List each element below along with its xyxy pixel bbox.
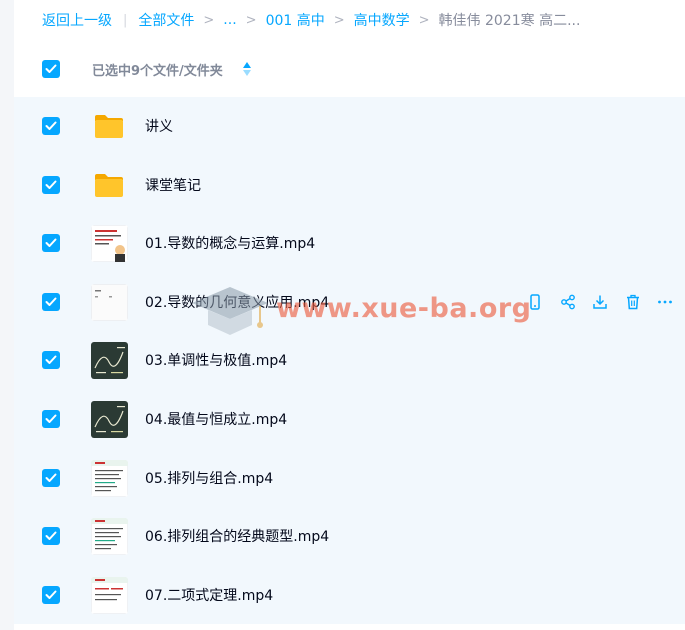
- back-link[interactable]: 返回上一级: [42, 10, 112, 30]
- file-name[interactable]: 01.导数的概念与运算.mp4: [145, 233, 315, 253]
- list-header: 已选中9个文件/文件夹: [14, 42, 685, 97]
- row-checkbox[interactable]: [42, 468, 60, 487]
- file-name[interactable]: 07.二项式定理.mp4: [145, 585, 273, 605]
- breadcrumb-separator-icon: >: [333, 12, 345, 28]
- video-thumbnail[interactable]: [91, 576, 128, 614]
- checkmark-icon: [45, 238, 57, 248]
- file-row[interactable]: 06.排列组合的经典题型.mp4: [14, 507, 685, 566]
- folder-row[interactable]: 讲义: [14, 97, 685, 156]
- checkmark-icon: [45, 297, 57, 306]
- file-name[interactable]: 06.排列组合的经典题型.mp4: [145, 526, 329, 546]
- folder-row[interactable]: 课堂笔记: [14, 155, 685, 215]
- left-panel-edge: [0, 0, 14, 630]
- file-row[interactable]: 04.最值与恒成立.mp4: [14, 389, 685, 449]
- breadcrumb-ellipsis[interactable]: ...: [223, 12, 236, 28]
- breadcrumb-separator-icon: >: [203, 12, 215, 28]
- checkmark-icon: [45, 355, 57, 365]
- video-thumbnail[interactable]: [91, 342, 128, 380]
- file-row[interactable]: 03.单调性与极值.mp4: [14, 331, 685, 390]
- folder-icon: [95, 115, 123, 138]
- video-thumbnail[interactable]: [91, 283, 128, 321]
- sort-icon[interactable]: [242, 61, 252, 77]
- row-checkbox[interactable]: [42, 527, 60, 546]
- download-icon[interactable]: [591, 293, 609, 311]
- more-icon[interactable]: [656, 293, 674, 311]
- row-actions: [526, 293, 685, 311]
- row-checkbox[interactable]: [42, 351, 60, 370]
- file-name[interactable]: 讲义: [145, 116, 173, 136]
- video-thumbnail[interactable]: [91, 225, 128, 263]
- selection-count-label: 已选中9个文件/文件夹: [92, 64, 223, 79]
- file-name[interactable]: 课堂笔记: [145, 175, 201, 195]
- checkmark-icon: [45, 180, 57, 189]
- video-thumbnail[interactable]: [91, 518, 128, 556]
- file-row[interactable]: 01.导数的概念与运算.mp4: [14, 214, 685, 273]
- breadcrumb: 返回上一级 | 全部文件 > ... > 001 高中 > 高中数学 > 韩佳伟…: [42, 10, 580, 30]
- row-checkbox[interactable]: [42, 292, 60, 311]
- breadcrumb-current-folder: 韩佳伟 2021寒 高二...: [438, 13, 581, 29]
- file-list: 讲义课堂笔记 01.导数的概念与运算.mp4 02.导数的几何意义应用.mp4 03.…: [14, 97, 685, 625]
- file-name[interactable]: 02.导数的几何意义应用.mp4: [145, 292, 329, 312]
- file-name[interactable]: 03.单调性与极值.mp4: [145, 350, 287, 370]
- row-checkbox[interactable]: [42, 234, 60, 253]
- folder-icon: [95, 173, 123, 197]
- row-checkbox[interactable]: [42, 585, 60, 604]
- checkmark-icon: [45, 531, 57, 541]
- file-row[interactable]: 07.二项式定理.mp4: [14, 565, 685, 625]
- checkmark-icon: [45, 590, 57, 599]
- select-all-checkbox[interactable]: [42, 60, 60, 78]
- row-checkbox[interactable]: [42, 409, 60, 428]
- checkmark-icon: [45, 473, 57, 482]
- video-thumbnail[interactable]: [91, 459, 128, 497]
- row-checkbox[interactable]: [42, 117, 60, 135]
- checkmark-icon: [45, 121, 57, 130]
- video-thumbnail[interactable]: [91, 400, 128, 438]
- phone-icon[interactable]: [526, 293, 544, 311]
- breadcrumb-divider: |: [123, 12, 128, 28]
- delete-icon[interactable]: [624, 293, 642, 311]
- share-icon[interactable]: [559, 293, 577, 311]
- checkmark-icon: [45, 414, 57, 423]
- file-name[interactable]: 05.排列与组合.mp4: [145, 468, 273, 488]
- breadcrumb-separator-icon: >: [418, 12, 430, 28]
- file-row[interactable]: 02.导数的几何意义应用.mp4: [14, 272, 685, 332]
- breadcrumb-all-files[interactable]: 全部文件: [138, 10, 194, 30]
- row-checkbox[interactable]: [42, 175, 60, 194]
- file-row[interactable]: 05.排列与组合.mp4: [14, 448, 685, 508]
- checkmark-icon: [45, 64, 57, 73]
- file-name[interactable]: 04.最值与恒成立.mp4: [145, 409, 287, 429]
- breadcrumb-separator-icon: >: [245, 12, 257, 28]
- breadcrumb-math[interactable]: 高中数学: [354, 10, 410, 30]
- breadcrumb-high-school[interactable]: 001 高中: [266, 10, 325, 30]
